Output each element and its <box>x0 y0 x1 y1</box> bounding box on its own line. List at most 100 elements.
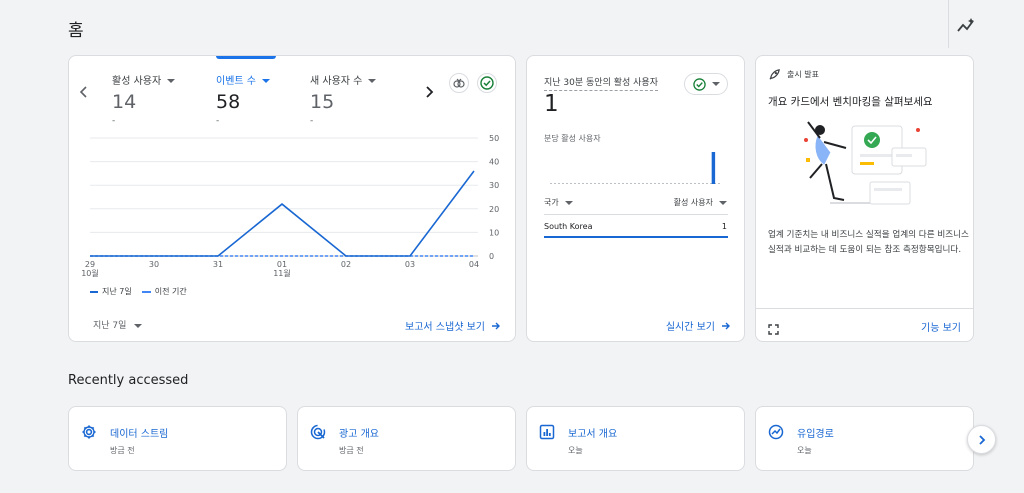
chevron-down-icon <box>167 79 176 83</box>
legend-previous: 이전 기간 <box>141 286 187 297</box>
y-tick-label: 40 <box>489 158 499 167</box>
chevron-right-icon <box>978 434 985 445</box>
table-divider <box>544 214 728 215</box>
x-tick-month: 10월 <box>81 268 99 278</box>
recent-card-label: 광고 개요 <box>339 429 379 440</box>
recent-section-title: Recently accessed <box>68 373 189 388</box>
active-tab-indicator <box>216 56 276 59</box>
chevron-down-icon <box>261 79 270 83</box>
metric-change: - <box>216 116 220 126</box>
y-tick-label: 10 <box>489 228 499 237</box>
recent-card-ads-overview[interactable]: 광고 개요 방금 전 <box>297 406 516 471</box>
header-divider <box>948 0 949 48</box>
x-tick-label: 01 <box>277 260 287 269</box>
launch-title: 개요 카드에서 벤치마킹을 살펴보세요 <box>768 96 933 108</box>
chevron-down-icon <box>711 82 720 86</box>
rocket-icon <box>769 69 780 80</box>
col-country-label: 국가 <box>544 198 559 207</box>
fullscreen-icon[interactable] <box>768 320 779 335</box>
chevron-down-icon <box>134 323 143 328</box>
row-users: 1 <box>721 222 727 231</box>
table-header: 국가 활성 사용자 <box>544 197 727 208</box>
recent-card-time: 오늘 <box>797 446 812 455</box>
compare-button[interactable] <box>449 73 469 93</box>
link-label: 보고서 스냅샷 보기 <box>405 322 485 333</box>
realtime-card: 지난 30분 동안의 활성 사용자 1 분당 활성 사용자 국가 활성 사용자 … <box>526 55 745 342</box>
check-circle-icon <box>480 76 494 90</box>
recent-card-data-stream[interactable]: 데이터 스트림 방금 전 <box>68 406 287 471</box>
report-chart-icon <box>539 424 555 440</box>
recent-card-reports-overview[interactable]: 보고서 개요 오늘 <box>526 406 745 471</box>
chevron-down-icon <box>368 79 377 83</box>
recent-card-time: 오늘 <box>568 446 583 455</box>
metric-change: - <box>310 116 314 126</box>
x-tick-label: 29 <box>85 260 95 269</box>
per-minute-bar-chart <box>550 152 722 184</box>
col-users[interactable]: 활성 사용자 <box>674 197 727 208</box>
metric-new-users[interactable]: 새 사용자 수 15 - <box>310 72 377 126</box>
launch-divider <box>756 308 973 309</box>
row-share-bar <box>544 236 728 238</box>
x-tick-label: 03 <box>405 260 415 269</box>
x-tick-label: 04 <box>469 260 479 269</box>
legend-solid-swatch <box>90 290 98 293</box>
metric-label: 이벤트 수 <box>216 76 256 87</box>
recent-next-button[interactable] <box>967 425 996 454</box>
next-metric-chevron[interactable] <box>422 84 436 98</box>
metric-value: 58 <box>216 91 241 113</box>
metric-label: 활성 사용자 <box>112 76 162 87</box>
metric-event-count[interactable]: 이벤트 수 58 - <box>216 72 270 126</box>
metric-value: 15 <box>310 91 335 113</box>
x-tick-label: 31 <box>213 260 223 269</box>
metric-active-users[interactable]: 활성 사용자 14 - <box>112 72 176 126</box>
per-minute-subtitle: 분당 활성 사용자 <box>544 134 601 143</box>
realtime-status-dropdown[interactable] <box>684 73 728 95</box>
table-row: South Korea 1 <box>544 222 727 231</box>
metric-label: 새 사용자 수 <box>310 76 363 87</box>
launch-tag-label: 출시 발표 <box>787 70 819 79</box>
launch-tag: 출시 발표 <box>768 68 819 81</box>
view-feature-link[interactable]: 기능 보기 <box>921 319 961 334</box>
col-country[interactable]: 국가 <box>544 197 573 208</box>
chevron-down-icon <box>564 200 573 205</box>
chart-legend: 지난 7일 이전 기간 <box>90 286 187 297</box>
insights-sparkline-icon[interactable] <box>956 16 976 36</box>
launch-body: 업계 기준치는 내 비즈니스 실적을 업계의 다른 비즈니스 실적과 비교하는 … <box>768 230 969 255</box>
view-realtime-link[interactable]: 실시간 보기 <box>666 318 731 333</box>
arrow-right-icon <box>722 322 730 329</box>
y-tick-label: 30 <box>489 181 499 190</box>
row-country: South Korea <box>544 222 593 231</box>
data-quality-button[interactable] <box>477 73 497 93</box>
recent-card-label: 보고서 개요 <box>568 429 618 440</box>
y-tick-label: 0 <box>489 252 494 261</box>
benchmark-illustration <box>804 121 927 205</box>
legend-previous-label: 이전 기간 <box>154 287 187 296</box>
x-tick-month: 11월 <box>273 268 291 278</box>
chevron-down-icon <box>719 200 727 205</box>
recent-card-time: 방금 전 <box>110 446 135 455</box>
recent-card-funnel[interactable]: 유입경로 오늘 <box>755 406 974 471</box>
recent-card-label: 데이터 스트림 <box>110 429 169 440</box>
funnel-trend-icon <box>768 424 784 440</box>
gear-icon <box>81 424 97 440</box>
view-report-snapshot-link[interactable]: 보고서 스냅샷 보기 <box>405 318 501 333</box>
minute-bar <box>711 152 716 184</box>
event-count-line-chart: 50 40 30 20 10 0 2910월 30 31 0111월 02 03 04 <box>81 134 499 278</box>
x-tick-label: 30 <box>149 260 159 269</box>
benchmark-icon <box>453 78 465 88</box>
launch-card: 출시 발표 개요 카드에서 벤치마킹을 살펴보세요 업계 기준치는 내 비즈니스… <box>755 55 974 342</box>
realtime-title: 지난 30분 동안의 활성 사용자 <box>544 75 658 91</box>
legend-dashed-swatch <box>141 290 151 293</box>
date-range-dropdown[interactable]: 지난 7일 <box>93 318 143 331</box>
prev-metric-chevron[interactable] <box>77 84 91 98</box>
recent-card-label: 유입경로 <box>797 429 834 440</box>
legend-current-label: 지난 7일 <box>102 287 132 296</box>
ads-target-icon <box>310 424 326 440</box>
arrow-right-icon <box>492 322 500 329</box>
check-circle-icon <box>692 77 706 91</box>
link-label: 실시간 보기 <box>665 322 715 333</box>
legend-current: 지난 7일 <box>90 286 132 297</box>
col-users-label: 활성 사용자 <box>673 198 713 207</box>
date-range-label: 지난 7일 <box>93 321 127 331</box>
metric-change: - <box>112 116 116 126</box>
